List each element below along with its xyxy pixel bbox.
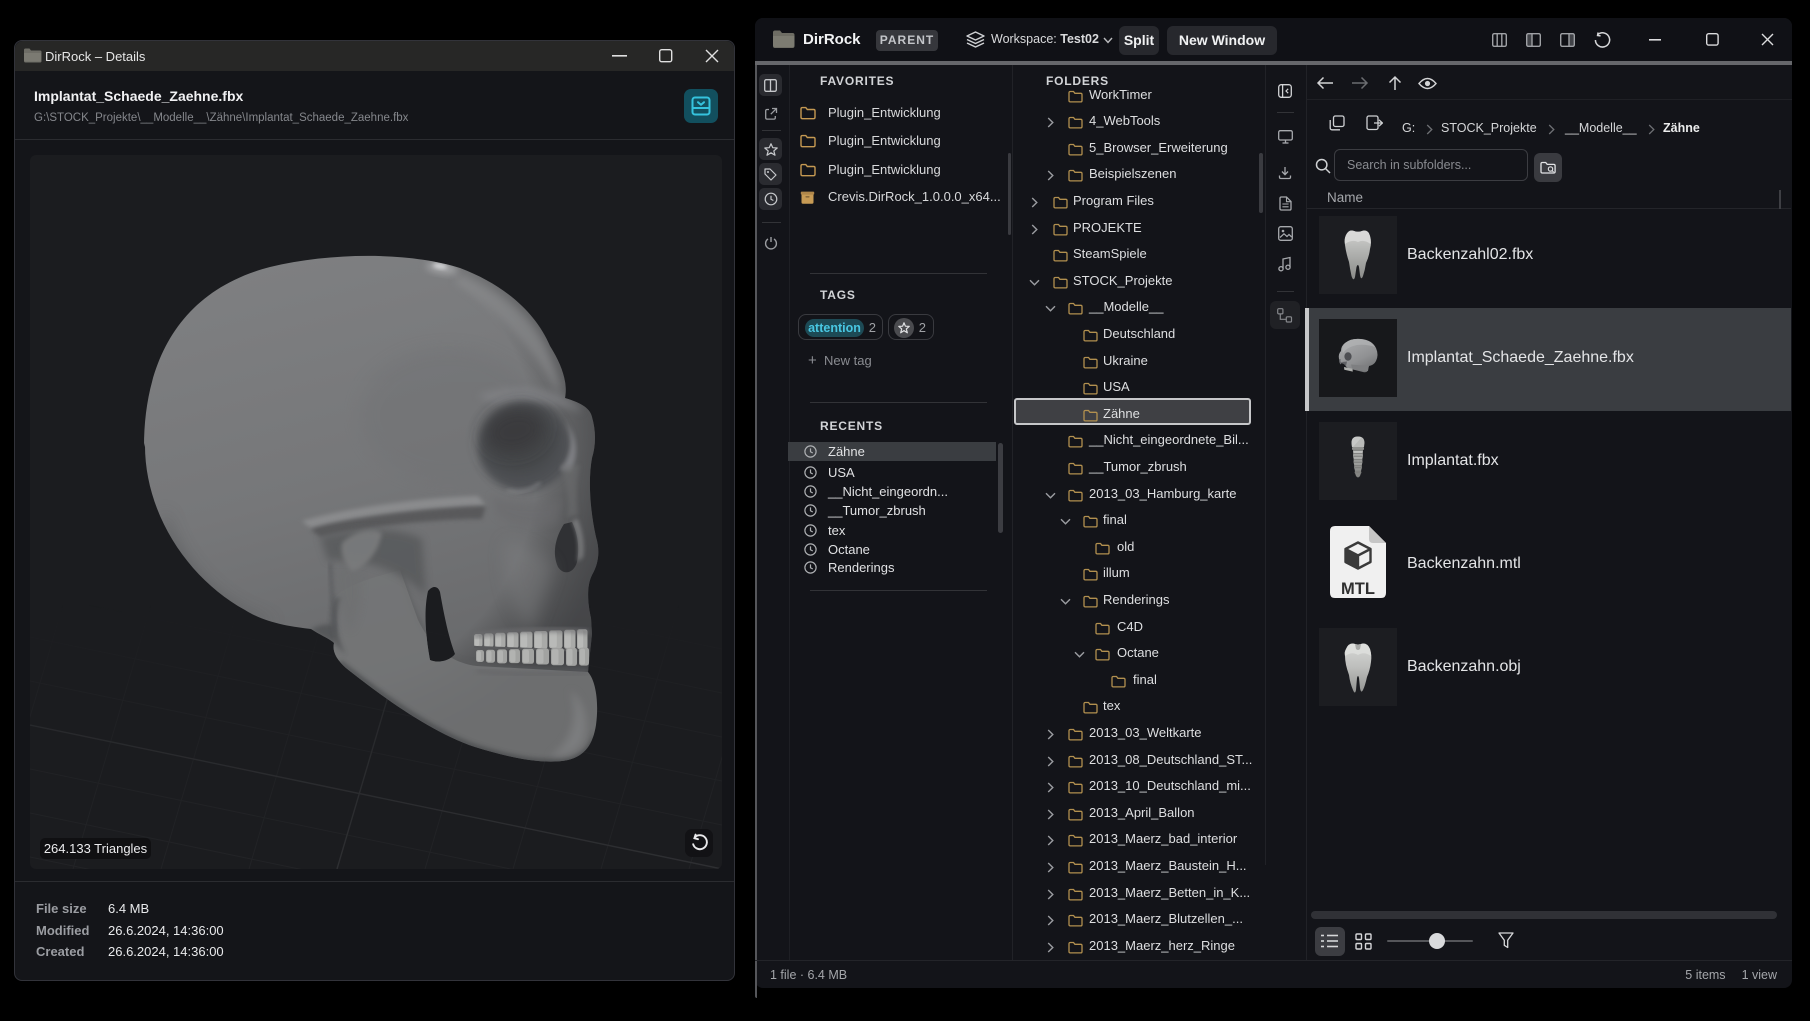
svg-text:MTL: MTL bbox=[1341, 580, 1375, 598]
